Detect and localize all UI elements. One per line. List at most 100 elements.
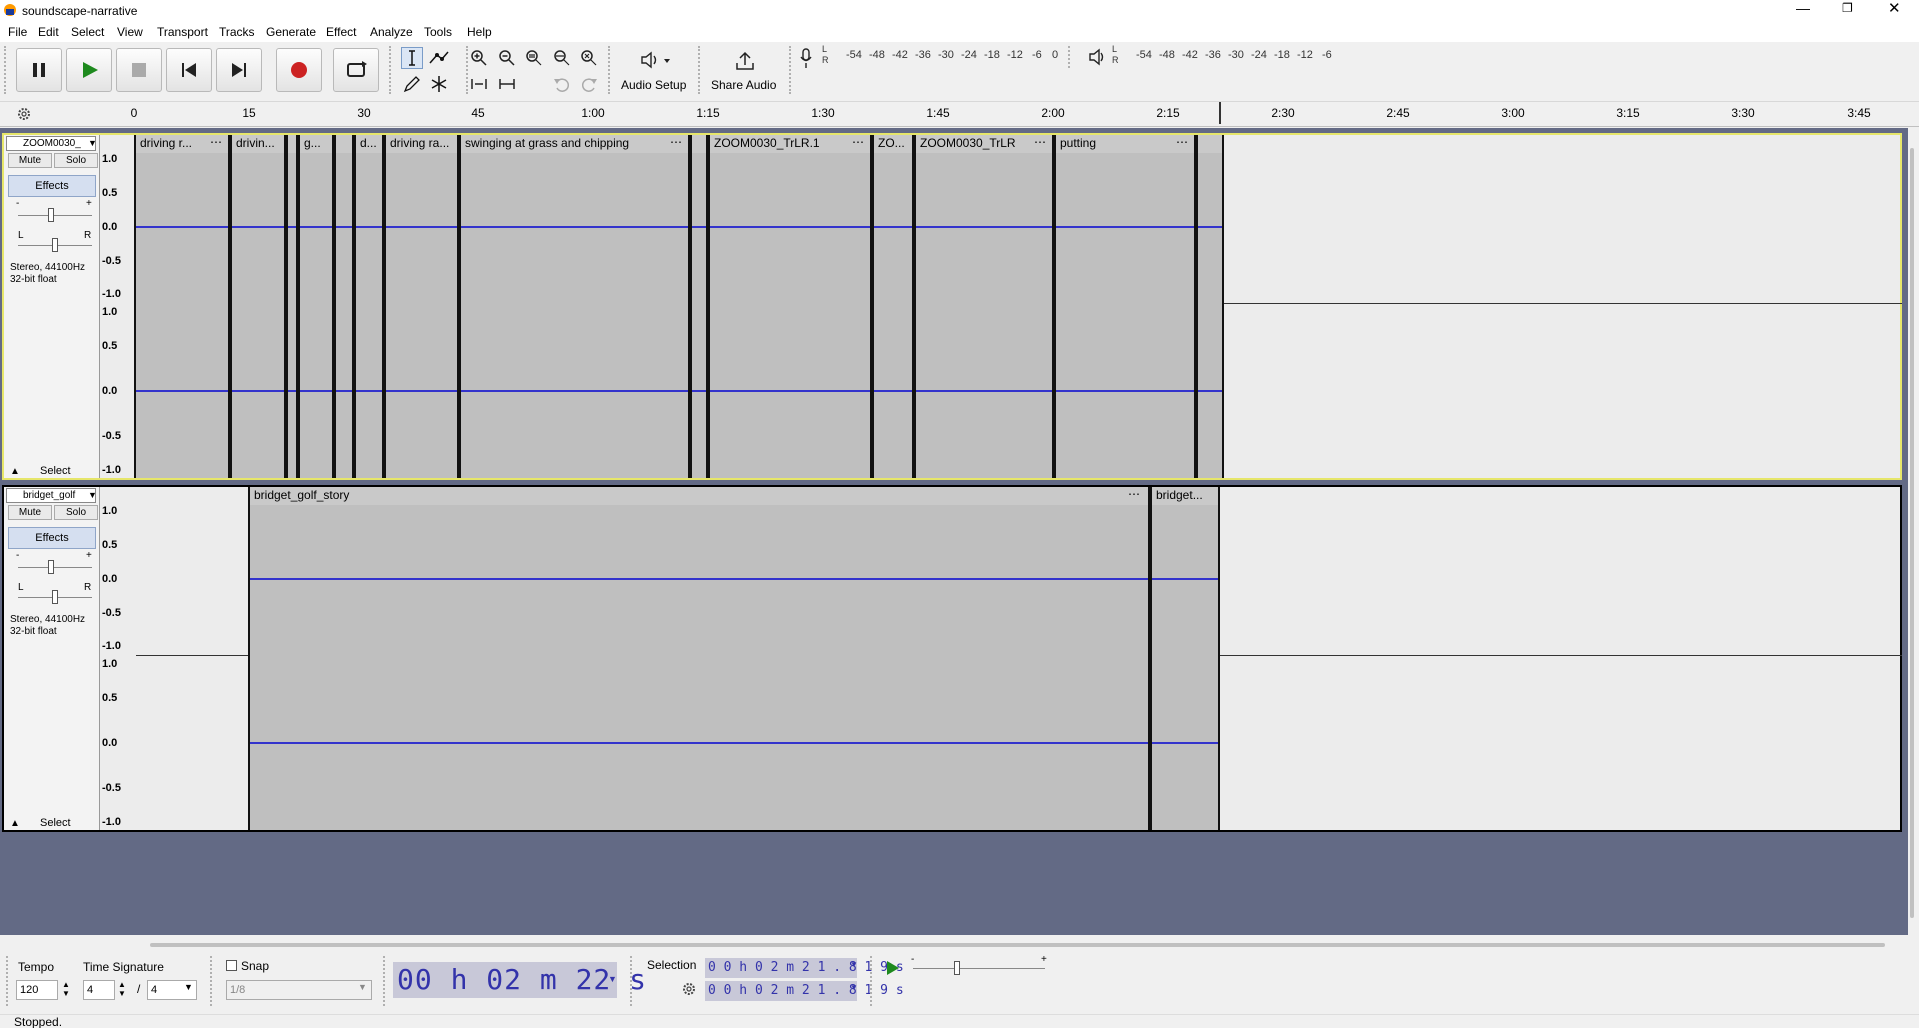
audio-clip[interactable]: swinging at grass and chipping ⋯	[459, 135, 690, 478]
selection-settings-gear-icon[interactable]	[681, 981, 697, 997]
audio-clip[interactable]	[1196, 135, 1224, 478]
pan-slider[interactable]	[52, 590, 58, 604]
toolbar-grip[interactable]	[383, 956, 387, 1006]
menu-view[interactable]: View	[117, 25, 143, 39]
vertical-scrollbar[interactable]	[1910, 148, 1914, 918]
skip-to-start-button[interactable]	[166, 48, 212, 92]
clip-menu-icon[interactable]: ⋯	[210, 135, 222, 149]
menu-tools[interactable]: Tools	[424, 25, 452, 39]
audio-clip[interactable]: ZOOM0030_TrLR ⋯	[914, 135, 1054, 478]
menu-transport[interactable]: Transport	[157, 25, 208, 39]
share-audio-button[interactable]: Share Audio	[706, 46, 782, 96]
toolbar-grip[interactable]	[630, 956, 634, 1006]
audio-clip[interactable]: g...	[298, 135, 334, 478]
tempo-stepper-icon[interactable]: ▲ ▼	[62, 980, 70, 998]
gain-slider[interactable]	[48, 208, 54, 222]
time-display[interactable]: 00 h 02 m 22 s	[393, 962, 646, 998]
selection-end-display[interactable]: 0 0 h 0 2 m 2 1 . 8 1 9 s	[705, 981, 904, 1001]
time-signature-numerator[interactable]: 4	[83, 980, 115, 1000]
effects-button[interactable]: Effects	[8, 175, 96, 197]
toolbar-grip[interactable]	[789, 46, 793, 94]
multi-tool-button[interactable]	[428, 73, 450, 95]
audio-track-bridget-golf[interactable]: ✕ bridget_golf ▼ Mute Solo Effects - + L…	[2, 485, 1902, 832]
audio-clip[interactable]	[334, 135, 354, 478]
audio-clip[interactable]: d...	[354, 135, 384, 478]
effects-button[interactable]: Effects	[8, 527, 96, 549]
trim-outside-button[interactable]	[468, 73, 490, 95]
clip-menu-icon[interactable]: ⋯	[1176, 135, 1188, 149]
play-button[interactable]	[66, 48, 112, 92]
chevron-down-icon[interactable]: ▼	[850, 983, 858, 992]
undo-button[interactable]	[551, 73, 573, 95]
chevron-down-icon[interactable]: ▼	[850, 960, 858, 969]
stop-button[interactable]	[116, 48, 162, 92]
collapse-track-icon[interactable]: ▲	[10, 466, 20, 477]
mute-button[interactable]: Mute	[8, 153, 52, 168]
toolbar-grip[interactable]	[870, 956, 874, 1006]
menu-edit[interactable]: Edit	[38, 25, 59, 39]
horizontal-scrollbar[interactable]	[150, 943, 1885, 947]
pause-button[interactable]	[16, 48, 62, 92]
toolbar-grip[interactable]	[1068, 46, 1072, 68]
clip-title[interactable]: ZOOM0030_TrLR.1	[710, 135, 870, 153]
time-format-chevron-down-icon[interactable]: ▼	[608, 974, 617, 984]
clip-title[interactable]: ZO...	[874, 135, 912, 153]
clip-title[interactable]: drivin...	[232, 135, 284, 153]
draw-tool-button[interactable]	[401, 73, 423, 95]
mute-button[interactable]: Mute	[8, 505, 52, 520]
playback-meter[interactable]: -54 -48 -42 -36 -30 -24 -18 -12 -6	[1124, 46, 1360, 66]
chevron-down-icon[interactable]: ▼	[184, 982, 193, 992]
toolbar-grip[interactable]	[4, 46, 8, 94]
menu-analyze[interactable]: Analyze	[370, 25, 413, 39]
audio-clip[interactable]: ZO...	[872, 135, 914, 478]
clip-title[interactable]	[288, 135, 296, 153]
menu-effect[interactable]: Effect	[326, 25, 356, 39]
clip-menu-icon[interactable]: ⋯	[1128, 487, 1140, 501]
toolbar-grip[interactable]	[698, 46, 702, 94]
redo-button[interactable]	[578, 73, 600, 95]
menu-help[interactable]: Help	[467, 25, 492, 39]
audio-track-zoom0030[interactable]: ✕ ZOOM0030_ ▼ Mute Solo Effects - + L R …	[2, 133, 1902, 480]
audio-clip[interactable]: ZOOM0030_TrLR.1 ⋯	[708, 135, 872, 478]
clip-title[interactable]: driving ra...	[386, 135, 457, 153]
solo-button[interactable]: Solo	[54, 505, 98, 520]
audio-clip[interactable]: driving r... ⋯	[134, 135, 230, 478]
speaker-icon[interactable]	[1088, 48, 1106, 66]
audio-clip[interactable]: driving ra...	[384, 135, 459, 478]
audio-clip[interactable]	[286, 135, 298, 478]
track-name-menu[interactable]: bridget_golf	[6, 488, 96, 503]
audio-clip[interactable]	[690, 135, 708, 478]
audio-clip[interactable]: bridget_golf_story ⋯	[248, 487, 1150, 830]
selection-start-display[interactable]: 0 0 h 0 2 m 2 1 . 8 1 9 s	[705, 958, 904, 978]
zoom-toggle-button[interactable]	[578, 47, 600, 69]
gain-slider[interactable]	[48, 560, 54, 574]
select-track-button[interactable]: Select	[40, 817, 71, 829]
menu-select[interactable]: Select	[71, 25, 104, 39]
track-name-menu[interactable]: ZOOM0030_	[6, 136, 96, 151]
clip-title[interactable]: ZOOM0030_TrLR	[916, 135, 1052, 153]
clip-title[interactable]: bridget_golf_story	[250, 487, 1148, 505]
snap-select[interactable]: 1/8	[226, 980, 372, 1000]
restore-button[interactable]: ❐	[1842, 1, 1853, 15]
clip-title[interactable]: d...	[356, 135, 382, 153]
solo-button[interactable]: Solo	[54, 153, 98, 168]
clip-title[interactable]: putting	[1056, 135, 1194, 153]
audio-clip[interactable]: drivin...	[230, 135, 286, 478]
envelope-tool-button[interactable]	[428, 47, 450, 69]
snap-checkbox[interactable]	[226, 960, 237, 971]
menu-generate[interactable]: Generate	[266, 25, 316, 39]
record-meter[interactable]: -54 -48 -42 -36 -30 -24 -18 -12 -6 0	[834, 46, 1060, 66]
clip-title[interactable]	[692, 135, 706, 153]
timeline-ruler[interactable]: 0 15 30 45 1:00 1:15 1:30 1:45 2:00 2:15…	[0, 102, 1919, 127]
toolbar-grip[interactable]	[608, 46, 612, 94]
audio-clip[interactable]: bridget...	[1150, 487, 1220, 830]
clip-menu-icon[interactable]: ⋯	[670, 135, 682, 149]
minimize-button[interactable]: —	[1796, 0, 1810, 16]
chevron-down-icon[interactable]: ▼	[358, 982, 367, 992]
clip-title[interactable]	[336, 135, 352, 153]
toolbar-grip[interactable]	[210, 956, 214, 1006]
silence-audio-button[interactable]	[496, 73, 518, 95]
play-at-speed-icon[interactable]	[882, 958, 902, 978]
track-menu-chevron-down-icon[interactable]: ▼	[88, 490, 97, 500]
audio-clip[interactable]: putting ⋯	[1054, 135, 1196, 478]
